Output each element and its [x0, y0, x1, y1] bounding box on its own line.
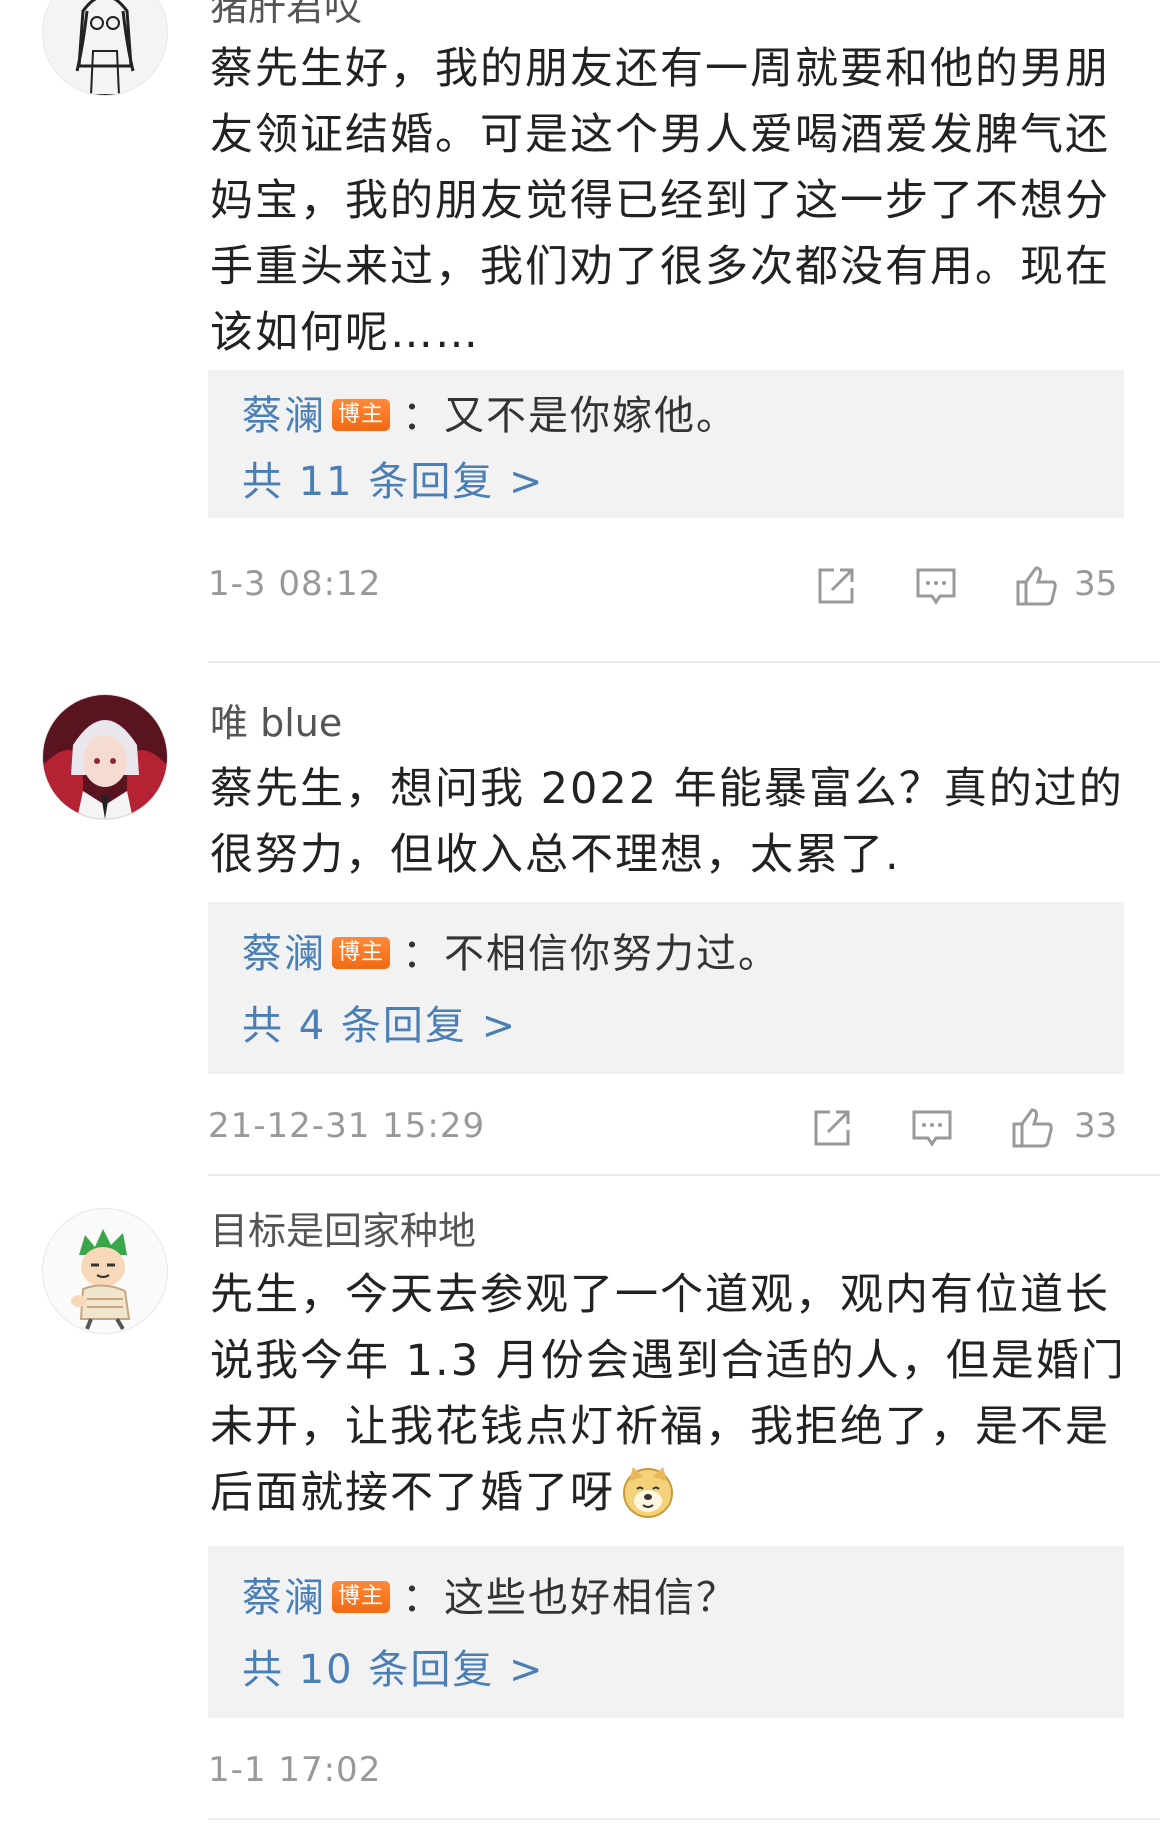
- divider: [208, 1174, 1160, 1176]
- comment-timestamp: 21-12-31 15:29: [208, 1106, 486, 1146]
- comment-username[interactable]: 猪肝君哎: [210, 0, 362, 30]
- thumbs-up-icon[interactable]: [1012, 562, 1060, 610]
- comment-timestamp: 1-1 17:02: [208, 1750, 382, 1790]
- comment-username[interactable]: 目标是回家种地: [210, 1208, 476, 1254]
- more-replies-link[interactable]: 共 11 条回复 >: [242, 456, 545, 508]
- comment-timestamp: 1-3 08:12: [208, 564, 382, 604]
- comment-text: 蔡先生好，我的朋友还有一周就要和他的男朋友领证结婚。可是这个男人爱喝酒爱发脾气还…: [210, 44, 1110, 358]
- more-replies-link[interactable]: 共 10 条回复 >: [242, 1644, 545, 1696]
- reply-preview[interactable]: 蔡澜 博主 ：又不是你嫁他。 共 11 条回复 >: [208, 370, 1124, 518]
- blogger-badge: 博主: [332, 399, 391, 431]
- doge-emoji-icon: [621, 1465, 675, 1519]
- like-count: 33: [1074, 1106, 1118, 1146]
- share-icon[interactable]: [812, 562, 860, 610]
- reply-preview[interactable]: 蔡澜 博主 ：不相信你努力过。 共 4 条回复 >: [208, 902, 1124, 1074]
- reply-author[interactable]: 蔡澜: [242, 393, 326, 439]
- reply-line: 蔡澜 博主 ：这些也好相信？: [242, 1572, 738, 1624]
- user-avatar[interactable]: [42, 0, 168, 96]
- comment-icon[interactable]: [908, 1104, 956, 1152]
- comment-text: 先生，今天去参观了一个道观，观内有位道长说我今年 1.3 月份会遇到合适的人，但…: [210, 1262, 1130, 1527]
- blogger-badge: 博主: [332, 1581, 391, 1613]
- reply-text: ：不相信你努力过。: [402, 931, 781, 977]
- comment-icon[interactable]: [912, 562, 960, 610]
- divider: [208, 1818, 1160, 1820]
- comment-text: 蔡先生，想问我 2022 年能暴富么？真的过的很努力，但收入总不理想，太累了.: [210, 764, 1124, 880]
- reply-line: 蔡澜 博主 ：不相信你努力过。: [242, 928, 780, 980]
- reply-preview[interactable]: 蔡澜 博主 ：这些也好相信？ 共 10 条回复 >: [208, 1546, 1124, 1718]
- reply-line: 蔡澜 博主 ：又不是你嫁他。: [242, 390, 738, 442]
- user-avatar[interactable]: [42, 1208, 168, 1334]
- comment-meta: 1-1 17:02: [208, 1742, 1124, 1802]
- comment-meta: 21-12-31 15:29 33: [208, 1098, 1124, 1158]
- blogger-badge: 博主: [332, 937, 391, 969]
- reply-author[interactable]: 蔡澜: [242, 1575, 326, 1621]
- comment-meta: 1-3 08:12 35: [208, 556, 1124, 616]
- comment-username[interactable]: 唯 blue: [210, 700, 342, 746]
- thumbs-up-icon[interactable]: [1008, 1104, 1056, 1152]
- reply-text: ：又不是你嫁他。: [402, 393, 739, 439]
- reply-author[interactable]: 蔡澜: [242, 931, 326, 977]
- more-replies-link[interactable]: 共 4 条回复 >: [242, 1000, 517, 1052]
- share-icon[interactable]: [808, 1104, 856, 1152]
- like-count: 35: [1074, 564, 1118, 604]
- divider: [208, 661, 1160, 663]
- user-avatar[interactable]: [42, 694, 168, 820]
- reply-text: ：这些也好相信？: [402, 1575, 739, 1621]
